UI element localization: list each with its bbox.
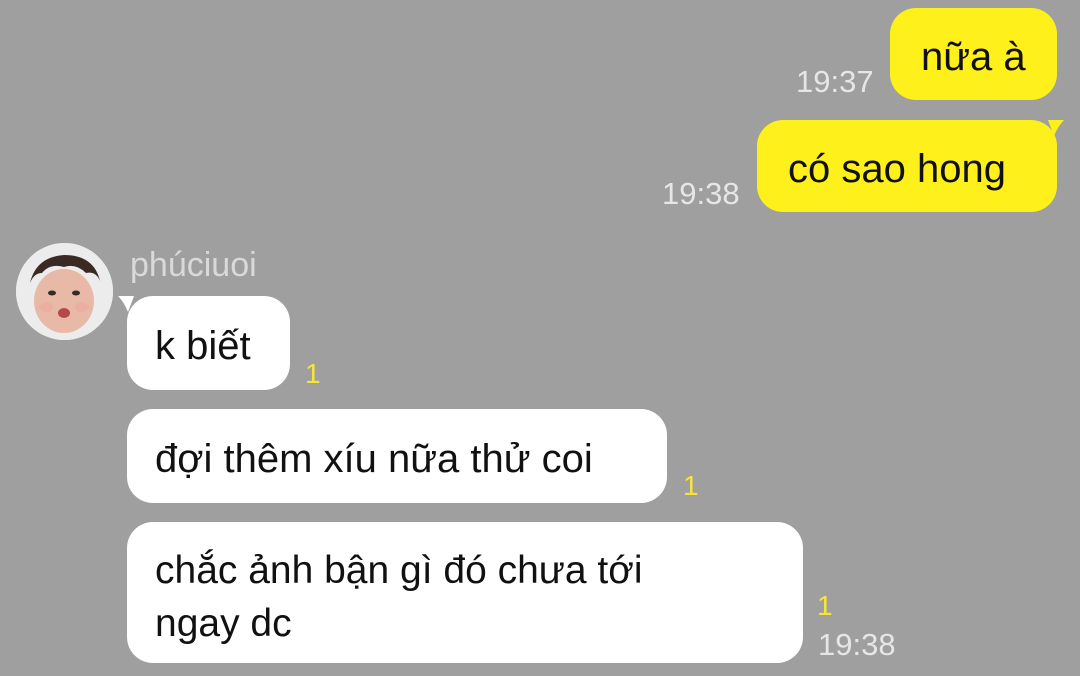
- chat-thread: nữa à 19:37 có sao hong 19:38 phúciuoi k…: [0, 0, 1080, 676]
- message-timestamp: 19:38: [662, 176, 740, 211]
- message-timestamp: 19:37: [796, 64, 874, 99]
- message-text-line: chắc ảnh bận gì đó chưa tới: [155, 549, 643, 592]
- unread-count: 1: [817, 590, 833, 621]
- outgoing-message-bubble[interactable]: có sao hong: [757, 120, 1057, 212]
- incoming-message-bubble[interactable]: chắc ảnh bận gì đó chưa tới ngay dc: [127, 522, 803, 663]
- incoming-message-bubble[interactable]: đợi thêm xíu nữa thử coi: [127, 409, 667, 503]
- sender-name: phúciuoi: [130, 246, 257, 284]
- message-text: đợi thêm xíu nữa thử coi: [155, 437, 593, 481]
- message-text: có sao hong: [788, 147, 1006, 191]
- sender-avatar[interactable]: [16, 243, 113, 340]
- bubble-tail: [1048, 120, 1064, 136]
- unread-count: 1: [305, 358, 321, 389]
- outgoing-message-bubble[interactable]: nữa à: [890, 8, 1057, 100]
- unread-count: 1: [683, 470, 699, 501]
- message-text-line: ngay dc: [155, 602, 292, 645]
- message-text: nữa à: [921, 35, 1026, 79]
- message-text: k biết: [155, 324, 251, 368]
- incoming-message-bubble[interactable]: k biết: [127, 296, 290, 390]
- message-timestamp: 19:38: [818, 627, 896, 662]
- avatar-photo: [16, 243, 113, 340]
